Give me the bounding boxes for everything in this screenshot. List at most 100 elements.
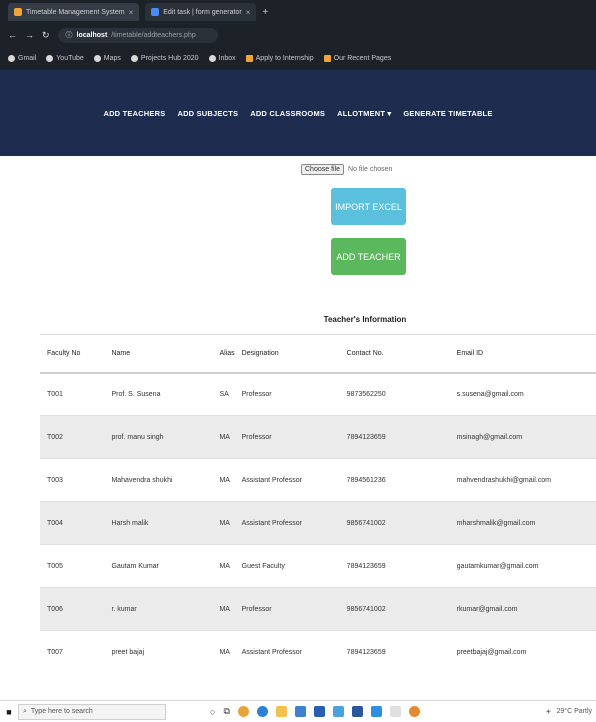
cell-name: prof. manu singh [104,415,213,459]
table-row: T003 Mahavendra shukhi MA Assistant Profess… [40,458,596,502]
info-icon: ⓘ [65,32,73,39]
table-title: Teacher's Information [323,315,407,324]
cell-alias: MA [212,415,235,459]
header-contact: Contact No. [339,334,450,374]
cell-name: r. kumar [104,587,213,631]
cell-designation: Assistant Professor [234,458,340,502]
cell-contact: 9856741002 [339,587,450,631]
back-icon[interactable]: ← [8,30,17,40]
table-header-row: Faculty No Name Alias Designation Contac… [40,334,596,374]
nav-allotment-dropdown[interactable]: ALLOTMENT ▾ [337,109,391,118]
cell-name: Prof. S. Susena [104,372,213,416]
app-icon[interactable] [389,706,401,717]
header-email: Email ID [449,334,596,374]
weather-text: 29°C Partly [556,708,592,715]
add-teacher-button[interactable]: ADD TEACHER [331,238,406,275]
cell-faculty-no: T004 [40,501,105,545]
table-row: T006 r. kumar MA Professor 9856741002 rkumar@… [40,587,596,631]
cell-email: s.susena@gmail.com [449,372,596,416]
cell-alias: MA [212,501,235,545]
cell-faculty-no: T003 [40,458,105,502]
bookmark-icon [93,54,101,62]
cell-name: preet bajaj [104,630,213,674]
cell-alias: MA [212,630,235,674]
file-status: No file chosen [348,166,393,173]
bookmark-icon [245,54,253,62]
cell-alias: MA [212,544,235,588]
app-icon[interactable] [408,706,420,717]
cell-email: msinagh@gmail.com [449,415,596,459]
header-alias: Alias [212,334,235,374]
nav-generate-timetable[interactable]: GENERATE TIMETABLE [403,109,492,118]
bookmark-item[interactable]: Gmail [8,54,36,62]
nav-add-teachers[interactable]: ADD TEACHERS [103,109,165,118]
header-designation: Designation [234,334,340,374]
cell-designation: Professor [234,372,340,416]
import-excel-button[interactable]: IMPORT EXCEL [331,188,406,225]
cell-name: Harsh malik [104,501,213,545]
favicon-icon [151,8,160,16]
bookmark-item[interactable]: Our Recent Pages [323,54,391,62]
bookmark-item[interactable]: Inbox [208,54,236,62]
table-row: T002 prof. manu singh MA Professor 789412365… [40,415,596,459]
cell-faculty-no: T006 [40,587,105,631]
favicon-icon [14,8,22,16]
address-bar-row: ← → ↻ ⓘ localhost /timetable/addteachers… [0,24,596,46]
cell-alias: MA [212,587,235,631]
browser-tab-form[interactable]: Edit task | form generator × [145,3,257,21]
app-icon[interactable] [332,706,344,717]
choose-file-button[interactable]: Choose file [301,164,345,175]
chrome-icon[interactable] [237,706,249,717]
new-tab-button[interactable]: + [262,7,268,18]
cell-contact: 9873562250 [339,372,450,416]
cell-faculty-no: T007 [40,630,105,674]
nav-add-classrooms[interactable]: ADD CLASSROOMS [250,109,325,118]
table-row: T007 preet bajaj MA Assistant Professor 7894… [40,630,596,674]
cell-alias: SA [212,372,235,416]
task-view-icon[interactable]: ⧉ [223,706,229,717]
close-icon[interactable]: × [129,8,134,17]
windows-start-icon[interactable]: ■ [0,707,18,717]
store-icon[interactable] [294,706,306,717]
system-tray: ☀ 29°C Partly [545,708,592,716]
cell-designation: Professor [234,587,340,631]
cell-designation: Assistant Professor [234,501,340,545]
forward-icon[interactable]: → [25,30,34,40]
cortana-icon[interactable]: ○ [210,707,215,717]
edge-icon[interactable] [256,706,268,717]
reload-icon[interactable]: ↻ [42,30,50,41]
cell-faculty-no: T005 [40,544,105,588]
word-icon[interactable] [351,706,363,717]
bookmark-item[interactable]: Maps [93,54,121,62]
url-field[interactable]: ⓘ localhost /timetable/addteachers.php [57,27,218,43]
bookmark-item[interactable]: Apply to Internship [245,54,314,62]
cell-email: mharshmalik@gmail.com [449,501,596,545]
url-path: /timetable/addteachers.php [111,31,196,39]
close-icon[interactable]: × [246,8,251,17]
bookmark-icon [8,54,15,62]
nav-add-subjects[interactable]: ADD SUBJECTS [177,109,238,118]
tab-label: Timetable Management System [26,8,125,16]
taskbar-search[interactable]: ⌕ Type here to search [18,703,166,720]
bookmark-icon [323,54,331,62]
mail-icon[interactable] [313,706,325,717]
cell-contact: 7894123659 [339,544,450,588]
header-name: Name [104,334,213,374]
cell-name: Gautam Kumar [104,544,213,588]
cell-email: mahvendrashukhi@gmail.com [449,458,596,502]
cell-designation: Assistant Professor [234,630,340,674]
file-explorer-icon[interactable] [275,706,287,717]
table-row: T005 Gautam Kumar MA Guest Faculty 789412365… [40,544,596,588]
vscode-icon[interactable] [370,706,382,717]
cell-email: gautamkumar@gmail.com [449,544,596,588]
windows-taskbar: ■ ⌕ Type here to search ○ ⧉ ☀ 29°C Partl… [0,700,596,722]
teachers-table: Faculty No Name Alias Designation Contac… [40,334,596,674]
bookmark-item[interactable]: YouTube [46,54,84,62]
cell-contact: 7894561236 [339,458,450,502]
bookmark-icon [130,54,138,62]
table-row: T001 Prof. S. Susena SA Professor 9873562250… [40,372,596,416]
bookmark-item[interactable]: Projects Hub 2020 [130,54,199,62]
browser-tab-timetable[interactable]: Timetable Management System × [8,3,140,21]
cell-contact: 9856741002 [339,501,450,545]
cell-alias: MA [212,458,235,502]
